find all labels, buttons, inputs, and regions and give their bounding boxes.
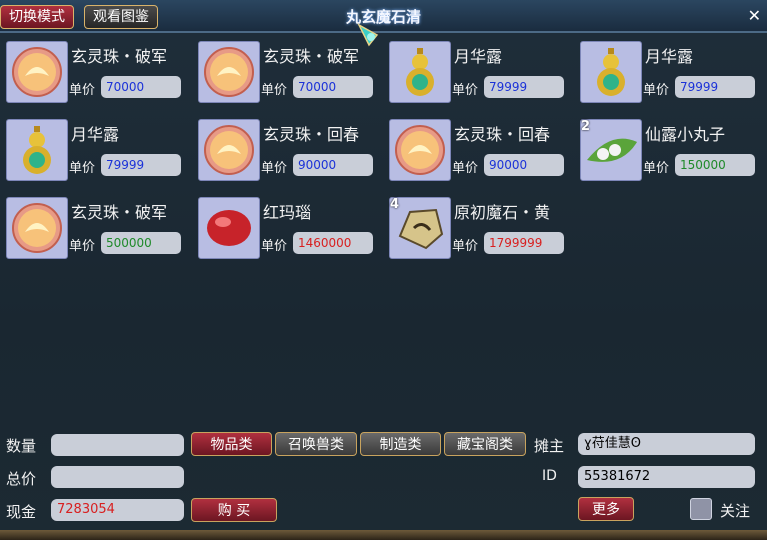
pearl-icon[interactable] [6,197,68,259]
item-name: 仙露小丸子 [645,125,726,144]
unit-price-field: 79999 [101,154,181,176]
close-icon[interactable]: ✕ [748,6,761,25]
pearl-icon[interactable] [6,41,68,103]
item-name: 玄灵珠・回春 [454,125,551,144]
follow-checkbox[interactable] [690,498,712,520]
gourd-icon[interactable] [389,41,451,103]
unit-price-field: 70000 [293,76,373,98]
item-name: 玄灵珠・破军 [263,47,360,66]
id-field: 55381672 [578,466,755,488]
unit-price-field: 1460000 [293,232,373,254]
unit-price-field: 90000 [293,154,373,176]
unit-price-field: 79999 [484,76,564,98]
more-button[interactable]: 更多 [578,497,634,521]
follow-label: 关注 [720,502,751,520]
item-slot[interactable]: 月华露单价 79999 [386,39,572,105]
unit-price-label: 单价 [643,83,670,98]
item-name: 玄灵珠・破军 [71,47,168,66]
stall-owner-label: 摊主 [534,437,565,455]
unit-price-label: 单价 [261,161,288,176]
unit-price-label: 单价 [452,239,479,254]
unit-price-field: 500000 [101,232,181,254]
gourd-icon[interactable] [6,119,68,181]
item-name: 原初魔石・黄 [454,203,551,222]
item-slot[interactable]: 4 原初魔石・黄单价 1799999 [386,195,572,261]
unit-price-label: 单价 [69,83,96,98]
unit-price-field: 150000 [675,154,755,176]
pearl-icon[interactable] [198,119,260,181]
item-slot[interactable]: 月华露单价 79999 [3,117,189,183]
bottom-border [0,530,767,540]
item-slot[interactable]: 玄灵珠・破军单价 70000 [3,39,189,105]
agate-icon[interactable] [198,197,260,259]
stall-owner-field: ɣ苻佳慧ʘ [578,433,755,455]
stall-window: 切换模式 观看图鉴 丸玄魔石清 ✕ 玄灵珠・破军 单价 70000 玄灵珠・破军 单价 7… [0,0,767,540]
tab-treasure[interactable]: 藏宝阁类 [444,432,526,456]
item-slot[interactable]: 玄灵珠・破军单价 500000 [3,195,189,261]
id-label: ID [542,468,557,484]
unit-price-label: 单价 [69,161,96,176]
item-slot[interactable]: 玄灵珠・回春单价 90000 [195,117,381,183]
item-quantity: 4 [390,197,400,212]
unit-price-label: 单价 [643,161,670,176]
quantity-label: 数量 [6,437,37,455]
buy-button[interactable]: 购 买 [191,498,277,522]
unit-price-label: 单价 [452,161,479,176]
pearl-icon[interactable] [389,119,451,181]
unit-price-field: 90000 [484,154,564,176]
unit-price-label: 单价 [69,239,96,254]
cash-label: 现金 [6,503,37,521]
item-slot[interactable]: 红玛瑙单价 1460000 [195,195,381,261]
cash-field: 7283054 [51,499,184,521]
item-quantity: 2 [581,119,591,134]
item-slot[interactable]: 玄灵珠・回春单价 90000 [386,117,572,183]
unit-price-label: 单价 [261,239,288,254]
item-slot[interactable]: 玄灵珠・破军单价 70000 [195,39,381,105]
item-name: 玄灵珠・破军 [71,203,168,222]
quantity-input[interactable] [51,434,184,456]
total-price-label: 总价 [6,470,37,488]
unit-price-label: 单价 [452,83,479,98]
tab-crafting[interactable]: 制造类 [360,432,441,456]
item-name: 月华露 [645,47,694,66]
item-name: 玄灵珠・回春 [263,125,360,144]
item-name: 红玛瑙 [263,203,312,222]
unit-price-field: 79999 [675,76,755,98]
item-slot[interactable]: 月华露单价 79999 [577,39,763,105]
tab-items[interactable]: 物品类 [191,432,272,456]
total-price-field [51,466,184,488]
item-name: 月华露 [71,125,120,144]
gourd-icon[interactable] [580,41,642,103]
item-name: 月华露 [454,47,503,66]
unit-price-field: 1799999 [484,232,564,254]
tab-pets[interactable]: 召唤兽类 [275,432,357,456]
unit-price-label: 单价 [261,83,288,98]
unit-price-field: 70000 [101,76,181,98]
pearl-icon[interactable] [198,41,260,103]
item-slot[interactable]: 2 仙露小丸子单价 150000 [577,117,763,183]
